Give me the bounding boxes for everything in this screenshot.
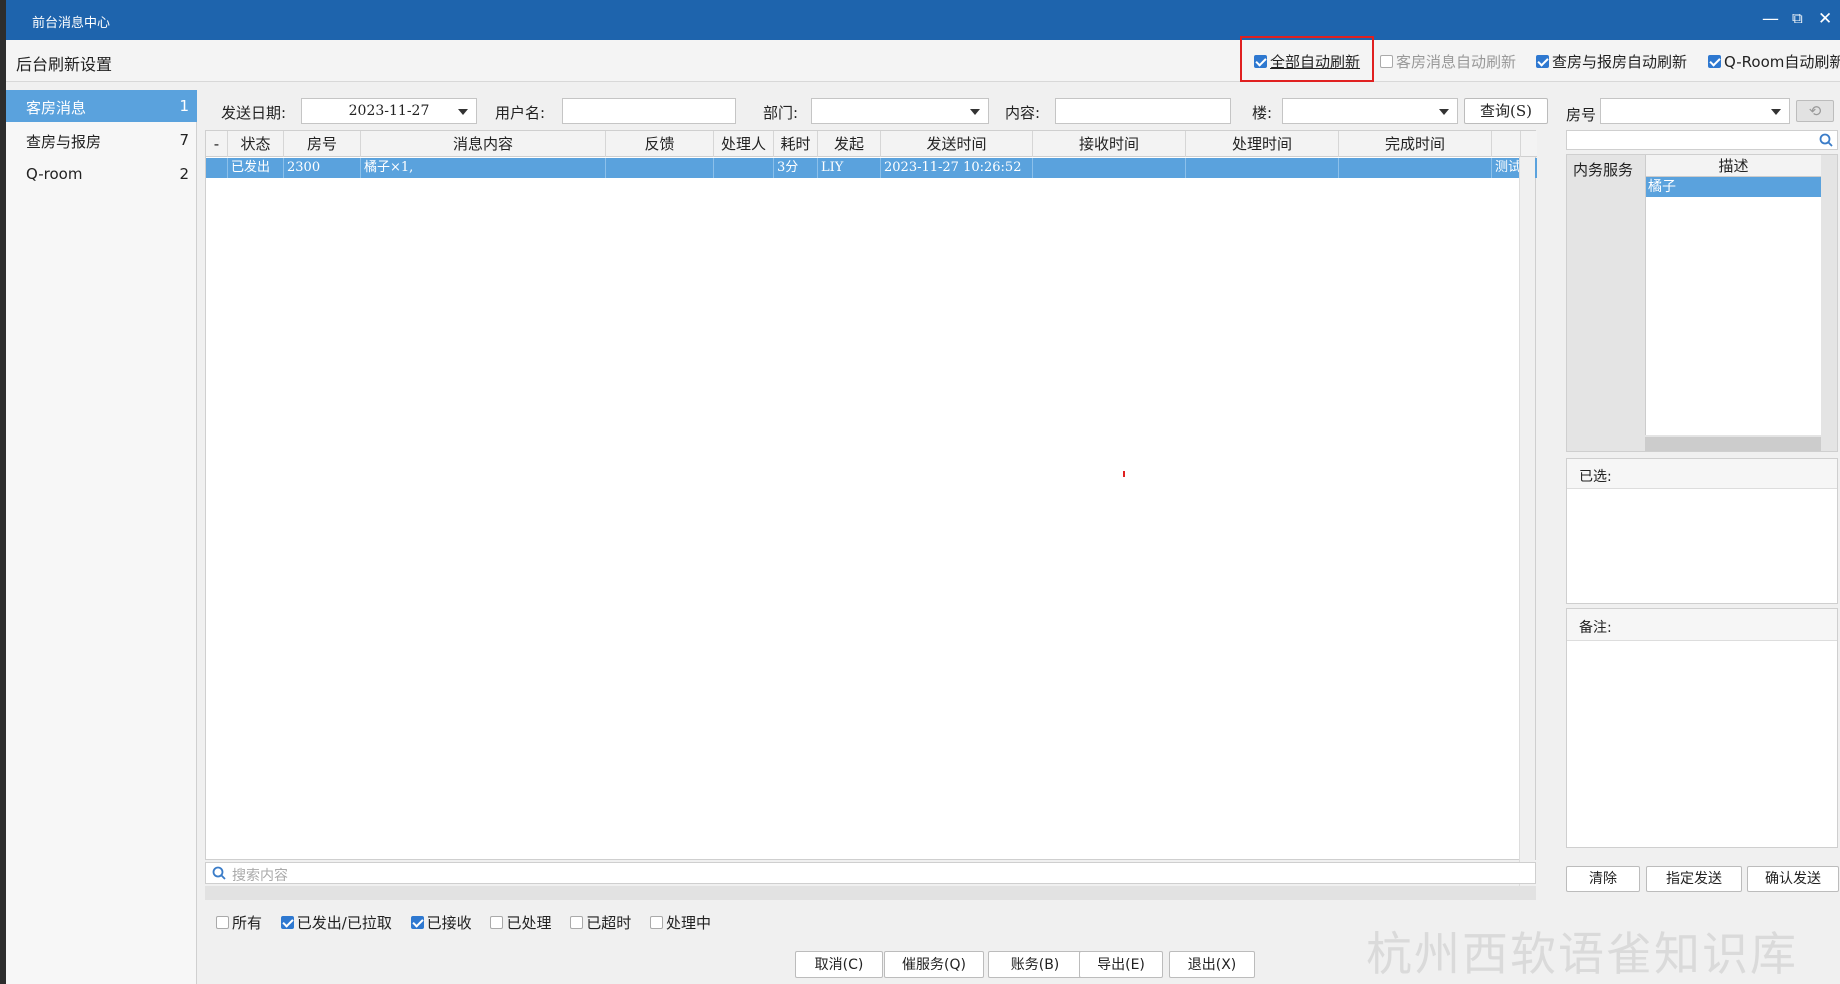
cancel-button[interactable]: 取消(C) [795, 951, 883, 978]
row-extra: 测试 [1495, 160, 1522, 175]
date-picker[interactable]: 2023-11-27 [301, 98, 477, 124]
filter-received-checkbox[interactable]: 已接收 [410, 914, 472, 932]
message-center-window: 前台消息中心 — ⧉ ✕ 后台刷新设置 全部自动刷新 客房消息自动刷新 查房与报… [6, 0, 1840, 984]
filter-bar: 发送日期: 2023-11-27 用户名: 部门: 内容: 楼: 查询(S) [205, 96, 1548, 126]
content-input[interactable] [1055, 98, 1231, 124]
filter-all-checkbox[interactable]: 所有 [216, 914, 262, 932]
filter-processing-checkbox[interactable]: 处理中 [650, 914, 711, 932]
content-label: 内容: [1005, 104, 1041, 122]
auto-refresh-room-msg-checkbox[interactable]: 客房消息自动刷新 [1380, 51, 1516, 72]
query-button[interactable]: 查询(S) [1464, 98, 1548, 124]
chevron-down-icon [1771, 109, 1781, 115]
billing-button[interactable]: 账务(B) [988, 951, 1082, 978]
building-label: 楼: [1252, 104, 1273, 122]
table-header: - 状态 房号 消息内容 反馈 处理人 耗时 发起 发送时间 接收时间 处理时间… [206, 131, 1537, 157]
remark-box[interactable]: 备注: [1566, 608, 1838, 848]
refresh-button[interactable]: ⟲ [1796, 100, 1834, 122]
status-filter-row: 所有 已发出/已拉取 已接收 已处理 已超时 处理中 [216, 912, 725, 933]
title-bar: 前台消息中心 — ⧉ ✕ [6, 0, 1840, 40]
confirm-send-button[interactable]: 确认发送 [1747, 866, 1839, 892]
chevron-down-icon [970, 109, 980, 115]
horizontal-scrollbar[interactable] [205, 886, 1536, 900]
sidebar: 客房消息 1 查房与报房 7 Q-room 2 [6, 90, 197, 984]
message-table: - 状态 房号 消息内容 反馈 处理人 耗时 发起 发送时间 接收时间 处理时间… [205, 130, 1537, 887]
close-icon[interactable]: ✕ [1818, 9, 1832, 29]
selected-box: 已选: [1566, 458, 1838, 604]
refresh-settings-bar: 后台刷新设置 全部自动刷新 客房消息自动刷新 查房与报房自动刷新 Q-Room自… [6, 40, 1840, 82]
horizontal-scrollbar[interactable] [1645, 437, 1821, 451]
service-category: 内务服务 [1573, 161, 1634, 179]
export-button[interactable]: 导出(E) [1079, 951, 1163, 978]
auto-refresh-inspection-checkbox[interactable]: 查房与报房自动刷新 [1536, 51, 1687, 72]
checkbox-icon [570, 916, 584, 929]
sidebar-item-inspection[interactable]: 查房与报房 7 [6, 124, 197, 156]
urge-service-button[interactable]: 催服务(Q) [884, 951, 984, 978]
room-select[interactable] [1600, 98, 1790, 124]
sidebar-item-room-messages[interactable]: 客房消息 1 [6, 90, 197, 122]
row-received-time [1033, 158, 1186, 178]
minimize-icon[interactable]: — [1762, 9, 1779, 29]
red-marker [1123, 471, 1125, 477]
search-icon [1819, 133, 1833, 147]
count-badge: 1 [179, 97, 189, 115]
chevron-down-icon [458, 109, 468, 115]
date-label: 发送日期: [221, 104, 287, 122]
row-handler [714, 158, 774, 178]
desc-header: 描述 [1646, 155, 1821, 177]
checkbox-icon [1708, 55, 1721, 68]
auto-refresh-qroom-checkbox[interactable]: Q-Room自动刷新 [1708, 51, 1840, 72]
dept-label: 部门: [763, 104, 799, 122]
user-input[interactable] [562, 98, 736, 124]
refresh-settings-label: 后台刷新设置 [16, 55, 113, 74]
row-processed-time [1186, 158, 1339, 178]
row-sent-time: 2023-11-27 10:26:52 [881, 158, 1033, 178]
checkbox-icon [410, 916, 424, 929]
dept-select[interactable] [811, 98, 989, 124]
checkbox-icon [490, 916, 504, 929]
search-icon [212, 866, 226, 880]
sidebar-item-qroom[interactable]: Q-room 2 [6, 158, 197, 190]
user-label: 用户名: [495, 104, 546, 122]
selected-label: 已选: [1567, 459, 1837, 489]
checkbox-icon [216, 916, 229, 929]
chevron-down-icon [1439, 109, 1449, 115]
checkbox-icon [1536, 55, 1549, 68]
row-content: 橘子×1, [361, 158, 606, 178]
filter-sent-checkbox[interactable]: 已发出/已拉取 [280, 914, 392, 932]
restore-icon[interactable]: ⧉ [1792, 9, 1803, 27]
watermark: 杭州西软语雀知识库 [1366, 927, 1798, 981]
room-label: 房号 [1566, 106, 1597, 124]
remark-label: 备注: [1567, 609, 1837, 641]
window-title: 前台消息中心 [32, 16, 111, 31]
filter-processed-checkbox[interactable]: 已处理 [490, 914, 551, 932]
service-list: 内务服务 描述 橘子 [1566, 154, 1838, 452]
history-icon: ⟲ [1808, 102, 1822, 120]
service-search-input[interactable] [1566, 130, 1838, 150]
row-initiator: LIY [818, 158, 881, 178]
count-badge: 2 [179, 165, 189, 183]
table-row[interactable]: 已发出 2300 橘子×1, 3分 LIY 2023-11-27 10:26:5… [206, 158, 1537, 178]
highlight-annotation [1240, 36, 1374, 82]
row-room: 2300 [284, 158, 361, 178]
service-desc-column: 描述 橘子 [1645, 155, 1821, 435]
filter-timeout-checkbox[interactable]: 已超时 [570, 914, 631, 932]
vertical-scrollbar[interactable] [1519, 157, 1535, 887]
count-badge: 7 [179, 131, 189, 149]
assign-send-button[interactable]: 指定发送 [1646, 866, 1742, 892]
row-feedback [606, 158, 714, 178]
checkbox-icon [280, 916, 294, 929]
clear-button[interactable]: 清除 [1566, 866, 1640, 892]
table-search-input[interactable]: 搜索内容 [205, 862, 1536, 884]
service-item[interactable]: 橘子 [1646, 177, 1821, 197]
row-duration: 3分 [774, 158, 818, 178]
exit-button[interactable]: 退出(X) [1169, 951, 1255, 978]
row-status: 已发出 [228, 158, 284, 178]
building-select[interactable] [1282, 98, 1458, 124]
checkbox-icon [1380, 55, 1393, 68]
checkbox-icon [650, 916, 664, 929]
row-completed-time [1339, 158, 1492, 178]
